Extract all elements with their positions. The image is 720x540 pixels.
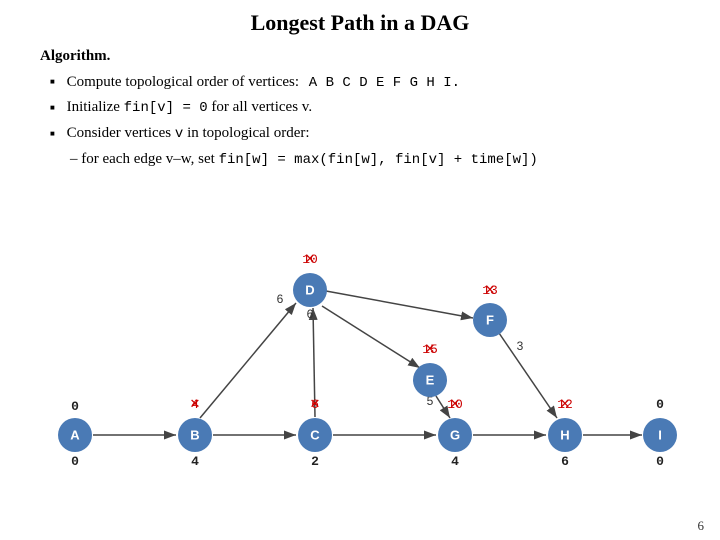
node-i-label: I — [658, 428, 662, 443]
graph-svg: 0 0 4 ✕ 4 6 ✕ 2 10 ✕ 6 6 15 ✕ 5 13 ✕ 3 1… — [0, 170, 720, 530]
edge-f-h — [499, 333, 557, 418]
bullet-3: Consider vertices v in topological order… — [50, 121, 720, 147]
bullet-1-text: Compute topological order of vertices: — [67, 74, 299, 90]
graph-area: 0 0 4 ✕ 4 6 ✕ 2 10 ✕ 6 6 15 ✕ 5 13 ✕ 3 1… — [0, 170, 720, 530]
time-b-below: 4 — [191, 454, 199, 469]
page-number: 6 — [698, 518, 705, 534]
time-i-below: 0 — [656, 454, 664, 469]
bullet-2: Initialize fin[v] = 0 for all vertices v… — [50, 95, 720, 121]
node-b-label: B — [190, 428, 199, 443]
bullet-2-text: Initialize — [67, 99, 124, 115]
algorithm-label: Algorithm. — [40, 48, 110, 64]
bullet-3-text: Consider vertices — [67, 125, 175, 141]
node-f-label: F — [486, 313, 494, 328]
edge-label-cd: 6 — [307, 307, 314, 321]
fin-g-x: ✕ — [450, 395, 460, 413]
fin-b-x: ✕ — [190, 395, 200, 413]
rule-line: – for each edge v–w, set fin[w] = max(fi… — [70, 147, 720, 173]
time-a-below: 0 — [71, 454, 79, 469]
edge-b-d — [200, 303, 296, 418]
edge-d-f — [326, 291, 473, 318]
bullet-2-end: for all vertices v. — [208, 99, 312, 115]
bullet-3-end: in topological order: — [183, 125, 309, 141]
fin-h-x: ✕ — [560, 395, 570, 413]
bullet-2-code: fin[v] = 0 — [124, 100, 208, 116]
fin-e-x: ✕ — [425, 340, 435, 358]
fin-d-x: ✕ — [305, 250, 315, 268]
node-h-label: H — [560, 428, 569, 443]
edge-d-e — [322, 306, 420, 368]
bullet-1: Compute topological order of vertices: A… — [50, 70, 720, 96]
edge-label-f: 3 — [517, 339, 524, 353]
node-a-label: A — [70, 428, 80, 443]
fin-f-x: ✕ — [485, 281, 495, 299]
rule-code: fin[w] = max(fin[w], fin[v] + time[w]) — [219, 152, 538, 168]
node-d-label: D — [305, 283, 314, 298]
node-e-label: E — [426, 373, 435, 388]
bullet-1-suffix: A B C D E F G H I. — [309, 75, 460, 91]
time-h-below: 6 — [561, 454, 569, 469]
edge-label-bd: 6 — [277, 292, 284, 306]
page-title: Longest Path in a DAG — [0, 0, 720, 44]
node-g-label: G — [450, 428, 460, 443]
time-c-below: 2 — [311, 454, 319, 469]
fin-c-x: ✕ — [310, 395, 320, 413]
time-g-below: 4 — [451, 454, 459, 469]
node-c-label: C — [310, 428, 320, 443]
rule-text: – for each edge v–w, set — [70, 151, 219, 167]
fin-a-above: 0 — [71, 399, 79, 414]
fin-i-above: 0 — [656, 397, 664, 412]
